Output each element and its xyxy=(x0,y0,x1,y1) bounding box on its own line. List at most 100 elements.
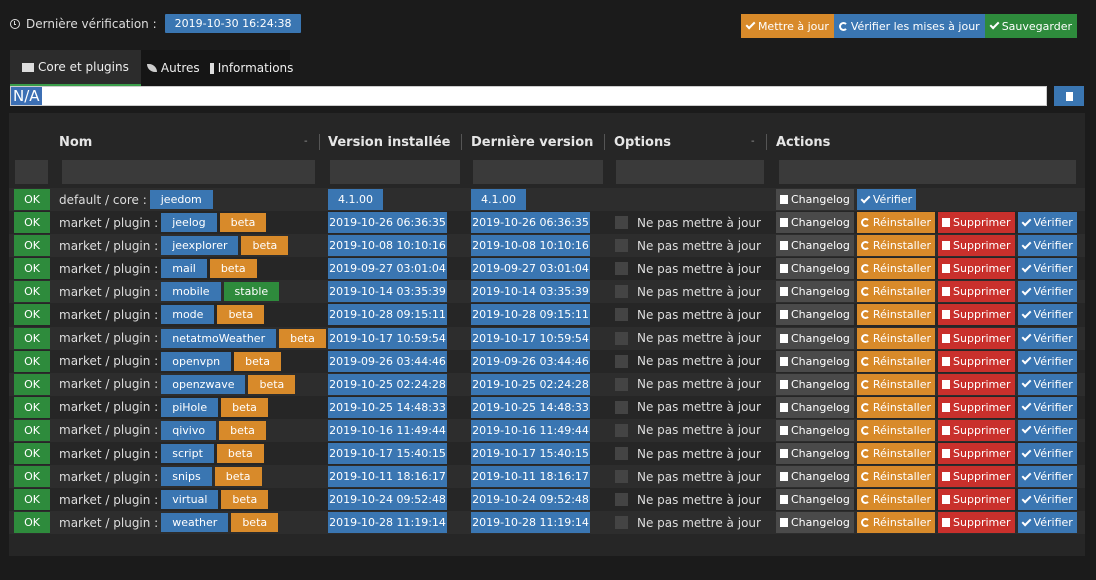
verify-button[interactable]: Vérifier xyxy=(1017,304,1077,326)
reinstall-button[interactable]: Réinstaller xyxy=(856,327,936,349)
row-prefix: default / core : xyxy=(59,192,147,207)
reinstall-button[interactable]: Réinstaller xyxy=(856,512,936,534)
save-button[interactable]: Sauvegarder xyxy=(984,14,1077,38)
changelog-button[interactable]: Changelog xyxy=(776,512,854,534)
changelog-button[interactable]: Changelog xyxy=(776,443,854,464)
delete-button[interactable]: Supprimer xyxy=(938,235,1015,257)
changelog-button[interactable]: Changelog xyxy=(776,350,854,372)
delete-button[interactable]: Supprimer xyxy=(938,466,1015,488)
changelog-button[interactable]: Changelog xyxy=(776,258,854,280)
verify-button[interactable]: Vérifier xyxy=(1017,235,1077,257)
no-update-label: Ne pas mettre à jour xyxy=(637,469,761,484)
channel-badge: stable xyxy=(223,282,280,302)
delete-button[interactable]: Supprimer xyxy=(938,512,1015,534)
changelog-button[interactable]: Changelog xyxy=(776,373,854,395)
col-version-installee[interactable]: Version installée xyxy=(328,128,450,156)
changelog-button[interactable]: Changelog xyxy=(776,304,854,326)
verify-button[interactable]: Vérifier xyxy=(1017,396,1077,418)
verify-button[interactable]: Vérifier xyxy=(1017,419,1077,441)
no-update-checkbox[interactable] xyxy=(615,216,628,229)
reinstall-button[interactable]: Réinstaller xyxy=(856,212,936,233)
tab-others[interactable]: Autres xyxy=(141,50,206,86)
reinstall-button[interactable]: Réinstaller xyxy=(856,350,936,372)
reinstall-button[interactable]: Réinstaller xyxy=(856,258,936,280)
delete-button[interactable]: Supprimer xyxy=(938,350,1015,372)
changelog-button[interactable]: Changelog xyxy=(776,212,854,233)
column-divider xyxy=(766,134,767,150)
no-update-checkbox[interactable] xyxy=(615,262,628,276)
no-update-checkbox[interactable] xyxy=(615,308,628,322)
reinstall-button[interactable]: Réinstaller xyxy=(856,419,936,441)
delete-button[interactable]: Supprimer xyxy=(938,419,1015,441)
delete-button[interactable]: Supprimer xyxy=(938,258,1015,280)
changelog-button[interactable]: Changelog xyxy=(776,281,854,303)
changelog-button[interactable]: Changelog xyxy=(776,235,854,257)
no-update-checkbox[interactable] xyxy=(615,493,628,507)
col-nom[interactable]: Nom xyxy=(59,128,92,156)
filter-options[interactable] xyxy=(616,160,764,184)
reinstall-button[interactable]: Réinstaller xyxy=(856,396,936,418)
delete-button[interactable]: Supprimer xyxy=(938,304,1015,326)
verify-button[interactable]: Vérifier xyxy=(1017,327,1077,349)
update-button[interactable]: Mettre à jour xyxy=(740,14,834,38)
col-version-installee-label: Version installée xyxy=(328,134,451,150)
reinstall-button[interactable]: Réinstaller xyxy=(856,304,936,326)
delete-button[interactable]: Supprimer xyxy=(938,212,1015,233)
search-input[interactable]: N/A xyxy=(10,86,1047,106)
delete-button[interactable]: Supprimer xyxy=(938,396,1015,418)
reinstall-button[interactable]: Réinstaller xyxy=(856,489,936,511)
verify-button[interactable]: Vérifier xyxy=(1017,443,1077,464)
changelog-button[interactable]: Changelog xyxy=(776,327,854,349)
verify-button[interactable]: Vérifier xyxy=(1017,489,1077,511)
verify-button[interactable]: Vérifier xyxy=(1017,212,1077,233)
changelog-button[interactable]: Changelog xyxy=(776,466,854,488)
delete-button[interactable]: Supprimer xyxy=(938,443,1015,464)
reinstall-button[interactable]: Réinstaller xyxy=(856,281,936,303)
verify-button[interactable]: Vérifier xyxy=(1017,373,1077,395)
reinstall-button[interactable]: Réinstaller xyxy=(856,235,936,257)
delete-button[interactable]: Supprimer xyxy=(938,489,1015,511)
verify-button[interactable]: Vérifier xyxy=(1017,466,1077,488)
verify-button[interactable]: Vérifier xyxy=(1017,512,1077,534)
reinstall-button[interactable]: Réinstaller xyxy=(856,443,936,464)
no-update-checkbox[interactable] xyxy=(615,377,628,391)
no-update-checkbox[interactable] xyxy=(615,516,628,530)
row-prefix: market / plugin : xyxy=(59,515,159,530)
changelog-button[interactable]: Changelog xyxy=(776,396,854,418)
tab-core-plugins[interactable]: Core et plugins xyxy=(10,50,141,86)
tab-informations[interactable]: Informations xyxy=(206,50,300,86)
reinstall-button[interactable]: Réinstaller xyxy=(856,466,936,488)
no-update-checkbox[interactable] xyxy=(615,285,628,299)
no-update-checkbox[interactable] xyxy=(615,400,628,414)
verify-button[interactable]: Vérifier xyxy=(1017,258,1077,280)
changelog-button[interactable]: Changelog xyxy=(776,189,854,210)
col-options[interactable]: Options xyxy=(614,128,671,156)
reinstall-button[interactable]: Réinstaller xyxy=(856,373,936,395)
filter-derniere-version[interactable] xyxy=(473,160,603,184)
filter-nom[interactable] xyxy=(62,160,315,184)
check-updates-button[interactable]: Vérifier les mises à jour xyxy=(833,14,985,38)
verify-button[interactable]: Vérifier xyxy=(856,189,917,210)
verify-button[interactable]: Vérifier xyxy=(1017,350,1077,372)
col-derniere-version[interactable]: Dernière version xyxy=(471,128,593,156)
no-update-checkbox[interactable] xyxy=(615,239,628,253)
delete-button[interactable]: Supprimer xyxy=(938,373,1015,395)
no-update-checkbox[interactable] xyxy=(615,470,628,484)
verify-button[interactable]: Vérifier xyxy=(1017,281,1077,303)
delete-label: Supprimer xyxy=(953,400,1011,414)
filter-status[interactable] xyxy=(15,160,48,184)
no-update-checkbox[interactable] xyxy=(615,354,628,368)
sort-indicator: - xyxy=(589,136,593,147)
no-update-checkbox[interactable] xyxy=(615,331,628,345)
delete-button[interactable]: Supprimer xyxy=(938,327,1015,349)
no-update-checkbox[interactable] xyxy=(615,423,628,437)
changelog-label: Changelog xyxy=(791,308,850,322)
filter-actions[interactable] xyxy=(779,160,1076,184)
latest-version: 2019-10-17 10:59:54 xyxy=(471,327,590,349)
file-button[interactable] xyxy=(1054,86,1084,106)
no-update-checkbox[interactable] xyxy=(615,447,628,460)
changelog-button[interactable]: Changelog xyxy=(776,419,854,441)
delete-button[interactable]: Supprimer xyxy=(938,281,1015,303)
filter-version-installee[interactable] xyxy=(330,160,460,184)
changelog-button[interactable]: Changelog xyxy=(776,489,854,511)
